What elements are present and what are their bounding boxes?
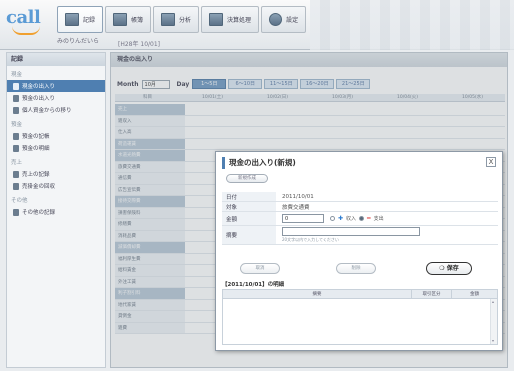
radio-expense-label: 支出 xyxy=(373,216,384,222)
nav-tab-label: 分析 xyxy=(179,17,192,24)
sidebar-item-deposit-details[interactable]: 預金の明細 xyxy=(7,142,105,154)
entry-form: 日付 2011/10/01 対象 旅費交通費 金額 0 ✚ 収入 ━ 支出 摘要… xyxy=(222,192,498,245)
sidebar-item-label: 預金の記帳 xyxy=(22,134,50,140)
nav-tab-settings[interactable]: 設定 xyxy=(261,6,307,33)
date-value: 2011/10/01 xyxy=(282,193,314,200)
sidebar-item-label: 預金の出入り xyxy=(22,96,56,102)
field-label: 摘要 xyxy=(222,226,276,244)
sidebar-item-cash-in-out[interactable]: 現金の出入り xyxy=(7,80,105,92)
sidebar-item-label: 売掛金の回収 xyxy=(22,184,56,190)
new-entry-button[interactable]: 新規作成 xyxy=(226,174,268,183)
sidebar-section-other: その他 xyxy=(11,198,28,204)
field-label: 対象 xyxy=(222,202,276,211)
field-label: 金額 xyxy=(222,212,276,225)
radio-expense[interactable] xyxy=(359,216,365,221)
cancel-button[interactable]: 取消 xyxy=(240,263,280,274)
details-column-header: 摘要 xyxy=(312,292,322,297)
nav-tab-analysis[interactable]: 分析 xyxy=(153,6,200,33)
nav-tab-label: 決算処理 xyxy=(227,17,252,24)
document-icon xyxy=(13,144,19,152)
cash-entry-dialog: 現金の出入り(新規) X 新規作成 日付 2011/10/01 対象 旅費交通費… xyxy=(215,151,503,351)
nav-tab-settlement[interactable]: 決算処理 xyxy=(201,6,260,33)
sidebar-item-label: その他の記録 xyxy=(22,210,56,216)
sidebar-item-deposit-entry[interactable]: 預金の記帳 xyxy=(7,130,105,142)
sidebar-item-label: 現金の出入り xyxy=(22,84,56,90)
save-label: 保存 xyxy=(446,265,459,272)
radio-income-label: 収入 xyxy=(346,216,357,222)
gear-icon xyxy=(269,13,283,26)
sidebar-item-other-record[interactable]: その他の記録 xyxy=(7,206,105,218)
document-icon xyxy=(13,106,19,114)
target-value: 旅費交通費 xyxy=(282,204,310,211)
direction-radio-group: ✚ 収入 ━ 支出 xyxy=(330,215,384,222)
close-icon[interactable]: X xyxy=(486,157,496,167)
nav-tab-label: 記録 xyxy=(83,17,96,24)
field-label: 日付 xyxy=(222,192,276,201)
radio-income[interactable] xyxy=(330,216,335,221)
sidebar-section-cash: 現金 xyxy=(11,72,23,78)
sidebar-item-sales-record[interactable]: 売上の記録 xyxy=(7,168,105,180)
sidebar-item-label: 個人資金からの移り xyxy=(22,108,72,114)
form-row-amount: 金額 0 ✚ 収入 ━ 支出 xyxy=(222,212,498,226)
amount-input[interactable]: 0 xyxy=(282,214,324,223)
dialog-title: 現金の出入り(新規) xyxy=(222,157,296,169)
chart-icon xyxy=(161,13,176,26)
sidebar-item-receivables[interactable]: 売掛金の回収 xyxy=(7,180,105,192)
sidebar-title: 記録 xyxy=(7,53,105,66)
user-name: みのりんだいら xyxy=(57,38,100,45)
memo-hint: 20文字以内で入力してください xyxy=(282,237,339,242)
details-column-header: 金額 xyxy=(451,290,497,298)
document-icon xyxy=(13,208,19,216)
amount-wrap: 0 ✚ 収入 ━ 支出 xyxy=(276,214,384,223)
sidebar-item-deposit-in-out[interactable]: 預金の出入り xyxy=(7,92,105,104)
details-scrollbar[interactable]: ▴ ▾ xyxy=(490,299,497,344)
scroll-down-icon[interactable]: ▾ xyxy=(492,339,496,343)
sidebar-item-personal-funds[interactable]: 個人資金からの移り xyxy=(7,104,105,116)
sidebar-item-label: 売上の記録 xyxy=(22,172,50,178)
nav-tab-ledger[interactable]: 帳簿 xyxy=(105,6,152,33)
memo-input[interactable] xyxy=(282,227,420,236)
plus-icon: ✚ xyxy=(338,215,344,222)
document-icon xyxy=(13,170,19,178)
form-row-date: 日付 2011/10/01 xyxy=(222,192,498,202)
sidebar-section-sales: 売上 xyxy=(11,160,23,166)
nav-tab-record[interactable]: 記録 xyxy=(57,6,104,33)
nav-tab-label: 設定 xyxy=(286,17,299,24)
check-circle-icon: ❍ xyxy=(439,265,447,272)
memo-wrap: 20文字以内で入力してください xyxy=(276,227,420,243)
details-title: 【2011/10/01】の明細 xyxy=(222,282,285,288)
notebook-icon xyxy=(65,13,79,26)
scroll-up-icon[interactable]: ▴ xyxy=(492,300,496,304)
details-header: 摘要 取引区分 金額 xyxy=(223,290,497,299)
sidebar: 記録 現金 現金の出入り 預金の出入り 個人資金からの移り 預金 預金の記帳 預… xyxy=(6,52,106,368)
delete-button[interactable]: 削除 xyxy=(336,263,376,274)
header-decoration xyxy=(310,0,514,50)
document-icon xyxy=(13,82,19,90)
minus-icon: ━ xyxy=(367,215,371,222)
sidebar-item-label: 預金の明細 xyxy=(22,146,50,152)
save-button[interactable]: ❍ 保存 xyxy=(426,262,472,275)
ledger-icon xyxy=(113,13,128,26)
document-icon xyxy=(13,94,19,102)
logo-text: call xyxy=(6,7,41,28)
app-logo[interactable]: call xyxy=(6,5,54,35)
details-table: 摘要 取引区分 金額 ▴ ▾ xyxy=(222,289,498,345)
sidebar-section-deposit: 預金 xyxy=(11,122,23,128)
form-row-memo: 摘要 20文字以内で入力してください xyxy=(222,226,498,245)
logo-smile-icon xyxy=(12,26,40,35)
nav-tab-label: 帳簿 xyxy=(131,17,144,24)
current-date: [H28年 10/01] xyxy=(118,41,161,48)
calculator-icon xyxy=(209,13,224,26)
document-icon xyxy=(13,132,19,140)
main-nav: 記録 帳簿 分析 決算処理 設定 xyxy=(57,6,307,34)
form-row-target: 対象 旅費交通費 xyxy=(222,202,498,212)
app-header: call 記録 帳簿 分析 決算処理 設定 みのりんだいら [H28年 10/0… xyxy=(0,0,514,50)
details-column-header: 取引区分 xyxy=(411,290,451,298)
document-icon xyxy=(13,182,19,190)
